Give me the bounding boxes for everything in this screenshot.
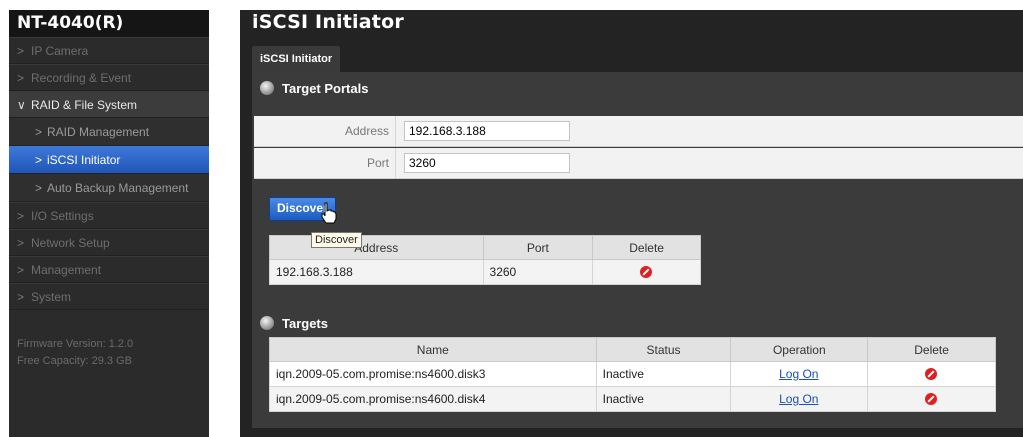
free-capacity: Free Capacity: 29.3 GB	[17, 355, 132, 367]
target-portals-heading: Target Portals	[260, 81, 368, 96]
chevron-down-icon: ∨	[17, 98, 26, 112]
system-info: Firmware Version: 1.2.0 Free Capacity: 2…	[17, 336, 133, 370]
target-name-cell: iqn.2009-05.com.promise:ns4600.disk4	[269, 386, 597, 412]
targets-heading: Targets	[260, 316, 328, 331]
hand-cursor-icon	[321, 202, 337, 224]
targets-table: Name Status Operation Delete iqn.2009-05…	[269, 337, 996, 412]
section-bullet-icon	[260, 316, 274, 330]
device-title: NT-4040(R)	[9, 10, 209, 37]
delete-cell	[592, 259, 701, 285]
portal-address-cell: 192.168.3.188	[269, 259, 484, 285]
address-label: Address	[254, 116, 396, 146]
port-row: Port	[254, 148, 1023, 179]
chevron-right-icon: >	[17, 71, 25, 85]
portal-port-cell: 3260	[482, 259, 594, 285]
sidebar-subitem-label: RAID Management	[47, 125, 150, 139]
sidebar-item-label: System	[31, 290, 72, 304]
column-header: Delete	[867, 337, 996, 362]
sidebar-item-raid-file-system[interactable]: ∨ RAID & File System	[9, 91, 209, 118]
page-title: iSCSI Initiator	[252, 11, 404, 33]
sidebar-subitem-raid-management[interactable]: > RAID Management	[9, 118, 209, 146]
chevron-right-icon: >	[35, 181, 43, 195]
sidebar-subitem-auto-backup[interactable]: > Auto Backup Management	[9, 174, 209, 202]
operation-cell: Log On	[730, 386, 869, 412]
column-header: Operation	[730, 337, 869, 362]
sidebar-item-label: IP Camera	[31, 44, 89, 58]
port-input[interactable]	[404, 153, 570, 173]
chevron-right-icon: >	[17, 236, 25, 250]
firmware-version: Firmware Version: 1.2.0	[17, 338, 134, 350]
sidebar: NT-4040(R) > IP Camera > Recording & Event…	[9, 10, 209, 437]
target-name-cell: iqn.2009-05.com.promise:ns4600.disk3	[269, 361, 597, 387]
column-header: Address	[269, 235, 484, 260]
sidebar-item-label: I/O Settings	[31, 209, 94, 223]
operation-cell: Log On	[730, 361, 869, 387]
chevron-right-icon: >	[35, 153, 43, 167]
delete-cell	[867, 361, 996, 387]
main-panel: iSCSI Initiator iSCSI Initiator Target P…	[240, 10, 1023, 437]
delete-cell	[867, 386, 996, 412]
sidebar-item-io-settings[interactable]: > I/O Settings	[9, 202, 209, 229]
delete-icon[interactable]	[925, 393, 938, 405]
chevron-right-icon: >	[17, 263, 25, 277]
discover-tooltip: Discover	[311, 232, 362, 248]
sidebar-subitem-iscsi-initiator[interactable]: > iSCSI Initiator	[9, 146, 209, 174]
sidebar-item-label: Management	[31, 263, 102, 277]
sidebar-item-management[interactable]: > Management	[9, 256, 209, 283]
target-status-cell: Inactive	[595, 386, 732, 412]
table-header-row: Name Status Operation Delete	[269, 337, 996, 362]
delete-icon[interactable]	[925, 368, 938, 380]
port-label: Port	[254, 148, 396, 178]
sidebar-item-ip-camera[interactable]: > IP Camera	[9, 37, 209, 64]
sidebar-item-recording-event[interactable]: > Recording & Event	[9, 64, 209, 91]
sidebar-item-label: Recording & Event	[31, 71, 132, 85]
sidebar-subitem-label: iSCSI Initiator	[47, 153, 121, 167]
chevron-right-icon: >	[17, 290, 25, 304]
column-header: Status	[595, 337, 732, 362]
address-input[interactable]	[404, 121, 570, 141]
address-row: Address	[254, 116, 1023, 147]
tab-iscsi-initiator[interactable]: iSCSI Initiator	[252, 46, 341, 72]
section-bullet-icon	[260, 81, 274, 95]
table-row: iqn.2009-05.com.promise:ns4600.disk4 Ina…	[269, 386, 996, 412]
target-status-cell: Inactive	[595, 361, 732, 387]
chevron-right-icon: >	[17, 209, 25, 223]
log-on-link[interactable]: Log On	[779, 392, 818, 406]
column-header: Name	[269, 337, 597, 362]
table-row: 192.168.3.188 3260	[269, 259, 701, 285]
chevron-right-icon: >	[35, 125, 43, 139]
delete-icon[interactable]	[640, 266, 653, 278]
table-row: iqn.2009-05.com.promise:ns4600.disk3 Ina…	[269, 361, 996, 387]
column-header: Port	[482, 235, 594, 260]
column-header: Delete	[592, 235, 701, 260]
chevron-right-icon: >	[17, 44, 25, 58]
sidebar-item-label: Network Setup	[31, 236, 110, 250]
sidebar-subitem-label: Auto Backup Management	[47, 181, 189, 195]
sidebar-item-system[interactable]: > System	[9, 283, 209, 310]
log-on-link[interactable]: Log On	[779, 367, 818, 381]
content-area: Target Portals Address Port Discover Dis…	[252, 72, 1023, 428]
sidebar-item-label: RAID & File System	[31, 98, 138, 112]
sidebar-item-network-setup[interactable]: > Network Setup	[9, 229, 209, 256]
